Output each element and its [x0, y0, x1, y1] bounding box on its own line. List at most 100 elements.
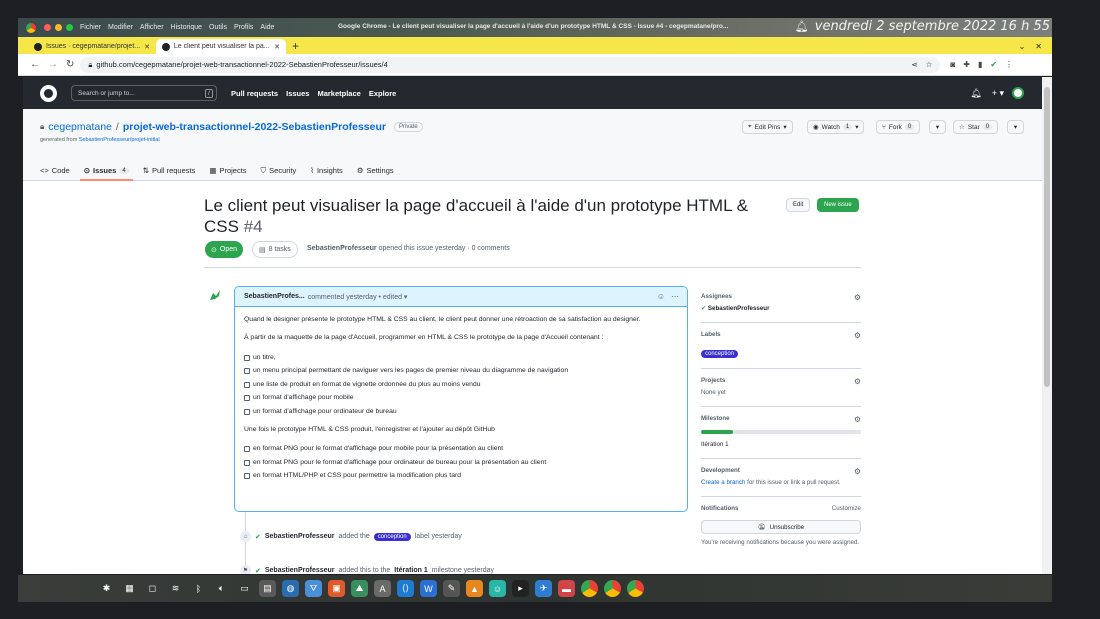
- task-checkbox[interactable]: [244, 395, 250, 402]
- nav-pull-requests[interactable]: Pull requests: [231, 89, 278, 98]
- smiley-icon[interactable]: ☺: [657, 292, 665, 301]
- office-app-icon[interactable]: ▣: [328, 580, 345, 597]
- extensions-puzzle-icon[interactable]: ✚: [963, 60, 970, 69]
- edit-title-button[interactable]: Edit: [786, 198, 811, 212]
- kebab-menu-icon[interactable]: ⋯: [671, 292, 679, 301]
- zoom-window-icon[interactable]: [66, 24, 73, 31]
- task-checkbox[interactable]: [244, 408, 250, 415]
- task-checkbox[interactable]: [244, 381, 250, 388]
- tab-pull-requests[interactable]: ⇅ Pull requests: [143, 161, 196, 180]
- repo-owner-link[interactable]: cegepmatane: [48, 121, 112, 133]
- label-conception[interactable]: conception: [373, 532, 411, 541]
- tab-insights[interactable]: ⌇ Insights: [310, 161, 343, 180]
- tasks-badge[interactable]: ▤ 8 tasks: [252, 241, 298, 258]
- bluetooth-icon[interactable]: ᛒ: [190, 580, 207, 597]
- terminal2-app-icon[interactable]: ▸: [512, 580, 529, 597]
- share-icon[interactable]: ⋖: [911, 60, 917, 69]
- new-issue-button[interactable]: New issue: [817, 198, 859, 212]
- new-tab-button[interactable]: +: [292, 39, 299, 53]
- font-app-icon[interactable]: A: [374, 580, 391, 597]
- fork-dropdown-button[interactable]: ▾: [929, 120, 946, 134]
- task-checkbox[interactable]: [244, 354, 250, 361]
- gear-icon[interactable]: ⚙: [854, 415, 861, 424]
- gear-icon[interactable]: ⚙: [854, 377, 861, 386]
- chrome-logo-icon[interactable]: [26, 22, 36, 33]
- watch-button[interactable]: ◉ Watch 1 ▾: [807, 120, 865, 134]
- menu-historique[interactable]: Historique: [171, 24, 203, 31]
- sidepanel-icon[interactable]: ▮: [978, 60, 982, 69]
- close-window-icon[interactable]: [44, 24, 51, 31]
- tab-issues[interactable]: ⊙ Issues 4: [79, 161, 133, 181]
- volume-icon[interactable]: 🔈︎: [213, 580, 230, 597]
- milestone-value[interactable]: Itération 1: [701, 440, 861, 450]
- tab-security[interactable]: ⛉ Security: [261, 161, 297, 180]
- menu-outils[interactable]: Outils: [209, 24, 227, 31]
- folder-app-icon[interactable]: ▬: [558, 580, 575, 597]
- settings-app-icon[interactable]: ✱: [98, 580, 115, 597]
- nav-explore[interactable]: Explore: [369, 89, 397, 98]
- writer-app-icon[interactable]: W: [420, 580, 437, 597]
- close-window-icon[interactable]: ✕: [1035, 42, 1042, 51]
- vlc-app-icon[interactable]: ▲: [466, 580, 483, 597]
- address-bar[interactable]: 🔒︎ github.com/cegepmatane/projet-web-tra…: [80, 56, 941, 73]
- tab-projects[interactable]: ▦ Projects: [209, 161, 246, 180]
- fork-button[interactable]: ⑂ Fork 0: [876, 120, 921, 134]
- system-clock[interactable]: 🔔︎ vendredi 2 septembre 2022 16 h 55: [795, 19, 1050, 34]
- bookmark-star-icon[interactable]: ☆: [926, 60, 933, 69]
- chat-app-icon[interactable]: ☺: [489, 580, 506, 597]
- files-app-icon[interactable]: ▤: [259, 580, 276, 597]
- event-user-link[interactable]: SebastienProfesseur: [265, 567, 335, 574]
- image-viewer-app-icon[interactable]: ⛰: [351, 580, 368, 597]
- camera-extension-icon[interactable]: ◙: [950, 60, 955, 69]
- edit-pins-button[interactable]: ⌖ Edit Pins ▾: [742, 120, 793, 134]
- browser-tab-issues[interactable]: Issues · cegepmatane/projet... ✕: [28, 39, 156, 54]
- minimize-window-icon[interactable]: [55, 24, 62, 31]
- close-tab-icon[interactable]: ✕: [144, 43, 150, 51]
- task-checkbox[interactable]: [244, 473, 250, 480]
- bell-icon[interactable]: 🔔︎: [795, 20, 809, 33]
- nav-issues[interactable]: Issues: [286, 89, 309, 98]
- terminal-app-icon[interactable]: ▭: [236, 580, 253, 597]
- comment-author-link[interactable]: SebastienProfes...: [244, 293, 305, 300]
- star-button[interactable]: ☆ Star 0: [953, 120, 999, 134]
- reload-icon[interactable]: ↻: [66, 59, 74, 70]
- menu-fichier[interactable]: Fichier: [80, 24, 101, 31]
- repo-name-link[interactable]: projet-web-transactionnel-2022-Sebastien…: [123, 121, 386, 133]
- network-app-icon[interactable]: ✈: [535, 580, 552, 597]
- issue-author-link[interactable]: SebastienProfesseur: [307, 245, 377, 252]
- chrome-menu-icon[interactable]: ⋮: [1005, 60, 1013, 69]
- label-conception[interactable]: conception: [701, 350, 739, 358]
- notifications-bell-icon[interactable]: 🔔︎: [970, 88, 981, 99]
- browser-app-icon[interactable]: ◍: [282, 580, 299, 597]
- assignee-item[interactable]: ✔ SebastienProfesseur: [701, 304, 861, 314]
- author-avatar[interactable]: [207, 287, 223, 303]
- back-icon[interactable]: ←: [30, 59, 40, 70]
- search-input[interactable]: Search or jump to... /: [71, 85, 217, 101]
- star-dropdown-button[interactable]: ▾: [1007, 120, 1024, 134]
- nav-marketplace[interactable]: Marketplace: [317, 89, 360, 98]
- chrome-app-icon[interactable]: [627, 580, 644, 597]
- forward-icon[interactable]: →: [48, 59, 58, 70]
- comment-meta[interactable]: commented yesterday • edited ▾: [308, 293, 408, 301]
- gear-icon[interactable]: ⚙: [854, 467, 861, 476]
- chrome-app-icon[interactable]: [581, 580, 598, 597]
- unsubscribe-button[interactable]: 🔕︎ Unsubscribe: [701, 520, 861, 534]
- milestone-link[interactable]: Itération 1: [394, 567, 427, 574]
- menu-modifier[interactable]: Modifier: [108, 24, 133, 31]
- page-scrollbar[interactable]: [1042, 77, 1052, 574]
- grid-app-icon[interactable]: ▦: [121, 580, 138, 597]
- tab-code[interactable]: <> Code: [40, 161, 70, 180]
- customize-link[interactable]: Customize: [832, 505, 861, 512]
- vpn-app-icon[interactable]: ⛛: [305, 580, 322, 597]
- github-logo-icon[interactable]: [40, 84, 57, 102]
- create-branch-link[interactable]: Create a branch: [701, 479, 745, 486]
- vscode-app-icon[interactable]: ⟨⟩: [397, 580, 414, 597]
- tab-settings[interactable]: ⚙ Settings: [357, 161, 394, 180]
- menu-afficher[interactable]: Afficher: [140, 24, 164, 31]
- wifi-icon[interactable]: ≋: [167, 580, 184, 597]
- browser-tab-issue-4[interactable]: Le client peut visualiser la pa... ✕: [156, 39, 286, 54]
- gear-icon[interactable]: ⚙: [854, 331, 861, 340]
- profile-icon[interactable]: ✔: [990, 60, 997, 69]
- window-app-icon[interactable]: ◻: [144, 580, 161, 597]
- scrollbar-thumb[interactable]: [1044, 87, 1050, 387]
